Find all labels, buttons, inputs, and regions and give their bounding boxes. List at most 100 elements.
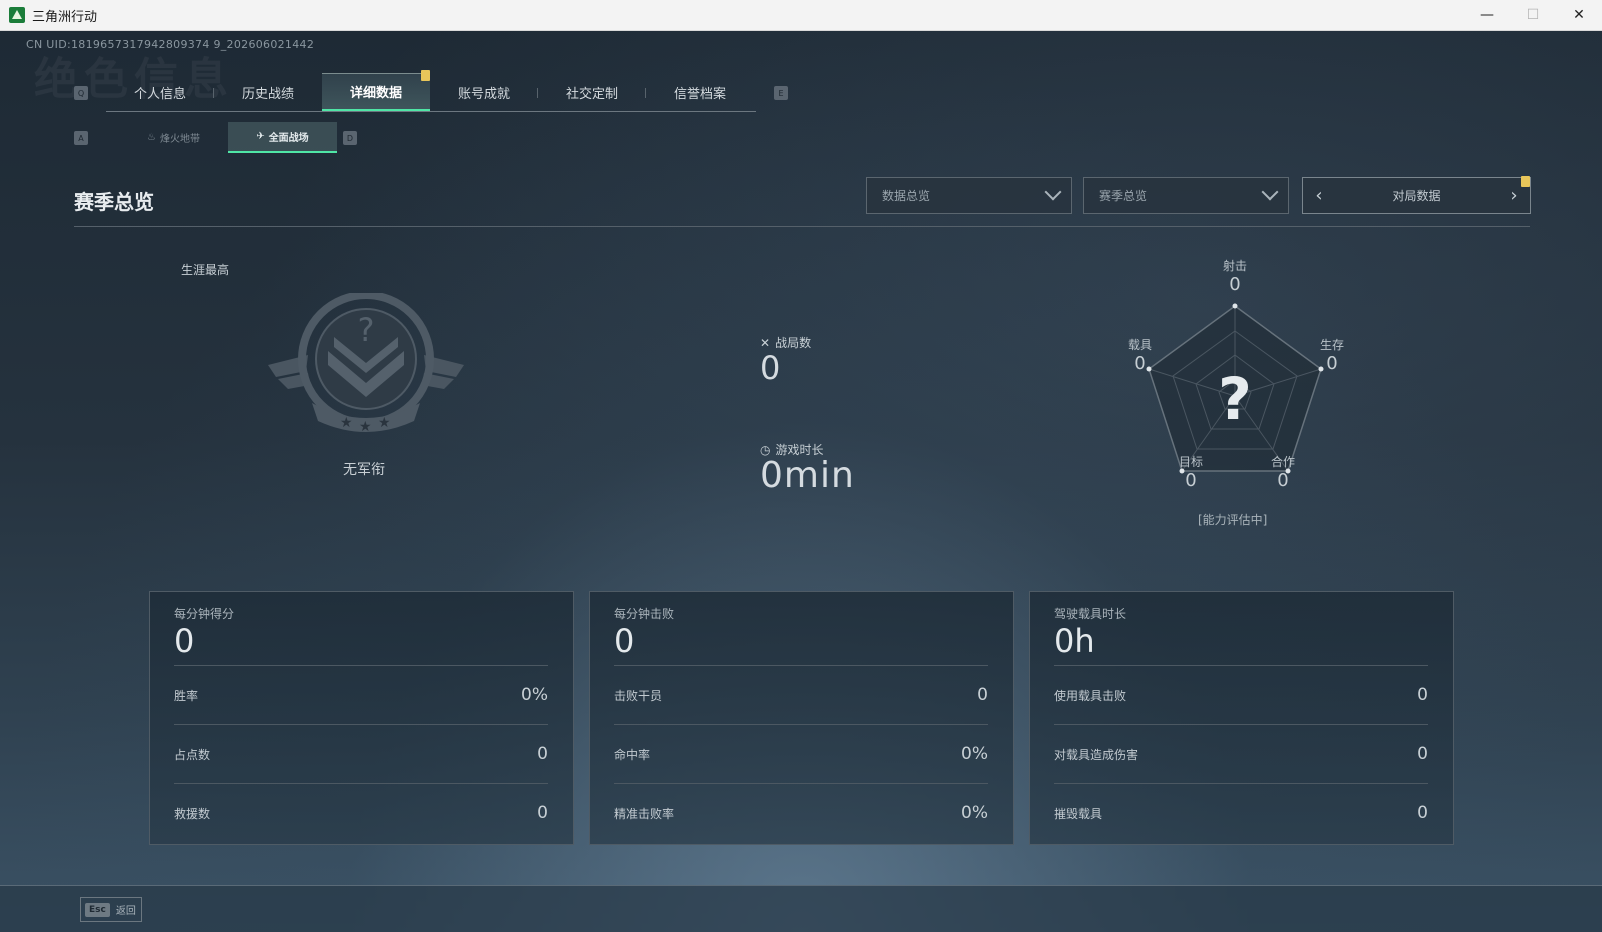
matches-value: 0 <box>760 349 781 387</box>
card-main-value: 0 <box>614 622 635 660</box>
card-row: 对载具造成伤害 0 <box>1054 724 1428 783</box>
next-subtab-key-hint[interactable]: D <box>343 131 357 145</box>
row-value: 0 <box>1417 744 1428 764</box>
radar-axis-survival-label: 生存 <box>1319 338 1344 352</box>
uid-label: CN UID:1819657317942809374 9_20260602144… <box>26 38 315 51</box>
subtab-warfare[interactable]: ✈ 全面战场 <box>228 122 337 153</box>
window-titlebar: 三角洲行动 — ☐ ✕ <box>0 0 1602 31</box>
row-value: 0% <box>521 685 548 705</box>
radar-axis-teamwork-value: 0 <box>1277 470 1289 491</box>
svg-text:?: ? <box>358 311 375 349</box>
vehicle-stats-card: 驾驶载具时长 0h 使用载具击败 0 对载具造成伤害 0 摧毁载具 0 <box>1029 591 1454 845</box>
card-title: 每分钟击败 <box>614 607 675 621</box>
radar-status: [能力评估中] <box>1198 513 1268 527</box>
subtab-label: 全面战场 <box>268 133 309 144</box>
hazard-zone-icon: ♨ <box>147 132 156 143</box>
season-dropdown[interactable]: 赛季总览 <box>1083 177 1289 214</box>
ability-radar-chart: ? <box>1125 291 1345 495</box>
tab-label: 个人信息 <box>133 86 186 102</box>
radar-axis-vehicle-value: 0 <box>1134 353 1146 374</box>
rank-emblem-icon: ? ★ ★ ★ <box>268 291 464 447</box>
crossed-swords-icon: ✕ <box>760 335 771 350</box>
card-title: 每分钟得分 <box>174 607 235 621</box>
dropdown-value: 数据总览 <box>882 189 931 203</box>
row-label: 救援数 <box>174 806 211 821</box>
main-tab-bar: 个人信息 历史战绩 详细数据 账号成就 社交定制 信誉档案 <box>106 70 756 112</box>
radar-axis-objective-label: 目标 <box>1178 455 1203 469</box>
card-row: 使用载具击败 0 <box>1054 665 1428 724</box>
tab-label: 信誉档案 <box>673 86 726 102</box>
pager-label: 对局数据 <box>1392 189 1441 203</box>
back-label: 返回 <box>115 906 136 917</box>
tab-detailed-data[interactable]: 详细数据 <box>322 70 430 111</box>
radar-axis-vehicle-label: 载具 <box>1127 338 1152 352</box>
matches-label: 战局数 <box>775 336 812 350</box>
row-label: 使用载具击败 <box>1054 688 1127 703</box>
tab-label: 历史战绩 <box>241 86 294 102</box>
card-row: 救援数 0 <box>174 783 548 842</box>
prev-subtab-key-hint[interactable]: A <box>74 131 88 145</box>
card-title: 驾驶载具时长 <box>1054 607 1127 621</box>
card-row: 精准击败率 0% <box>614 783 988 842</box>
card-main-value: 0 <box>174 622 195 660</box>
card-row: 击败干员 0 <box>614 665 988 724</box>
back-button[interactable]: Esc 返回 <box>80 897 142 922</box>
kill-stats-card: 每分钟击败 0 击败干员 0 命中率 0% 精准击败率 0% <box>589 591 1014 845</box>
score-stats-card: 每分钟得分 0 胜率 0% 占点数 0 救援数 0 <box>149 591 574 845</box>
row-value: 0% <box>961 744 988 764</box>
row-label: 胜率 <box>174 688 199 703</box>
rank-name: 无军衔 <box>343 462 385 478</box>
maximize-button[interactable]: ☐ <box>1510 0 1556 31</box>
section-title: 赛季总览 <box>74 190 154 214</box>
dropdown-value: 赛季总览 <box>1099 189 1148 203</box>
tab-label: 详细数据 <box>349 86 402 101</box>
card-row: 占点数 0 <box>174 724 548 783</box>
card-main-value: 0h <box>1054 622 1095 660</box>
row-value: 0 <box>537 744 548 764</box>
row-value: 0% <box>961 803 988 823</box>
svg-text:?: ? <box>1218 365 1252 433</box>
radar-axis-shooting-value: 0 <box>1229 274 1241 295</box>
tab-achievements[interactable]: 账号成就 <box>430 73 538 111</box>
match-data-pager: ‹ 对局数据 › <box>1302 176 1531 214</box>
new-badge-icon <box>1521 176 1530 187</box>
svg-text:★: ★ <box>378 415 391 431</box>
svg-text:★: ★ <box>340 415 353 431</box>
tab-label: 社交定制 <box>565 86 618 102</box>
next-tab-key-hint[interactable]: E <box>774 86 788 100</box>
subtab-label: 烽火地带 <box>159 134 200 145</box>
row-label: 精准击败率 <box>614 806 675 821</box>
chevron-left-icon[interactable]: ‹ <box>1309 185 1329 206</box>
row-label: 击败干员 <box>614 688 663 703</box>
row-label: 命中率 <box>614 747 651 762</box>
tab-label: 账号成就 <box>457 86 510 102</box>
row-value: 0 <box>537 803 548 823</box>
tab-social[interactable]: 社交定制 <box>538 73 646 111</box>
radar-axis-survival-value: 0 <box>1326 353 1338 374</box>
close-button[interactable]: ✕ <box>1556 0 1602 31</box>
prev-tab-key-hint[interactable]: Q <box>74 86 88 100</box>
career-highest-label: 生涯最高 <box>181 263 230 277</box>
tab-history[interactable]: 历史战绩 <box>214 73 322 111</box>
row-label: 占点数 <box>174 747 211 762</box>
playtime-value: 0min <box>760 455 855 496</box>
tab-reputation[interactable]: 信誉档案 <box>646 73 754 111</box>
chevron-down-icon <box>1261 183 1279 201</box>
subtab-hazard-zone[interactable]: ♨ 烽火地带 <box>119 122 228 153</box>
row-value: 0 <box>1417 685 1428 705</box>
data-overview-dropdown[interactable]: 数据总览 <box>866 177 1072 214</box>
chevron-right-icon[interactable]: › <box>1504 185 1524 206</box>
row-value: 0 <box>977 685 988 705</box>
window-controls: — ☐ ✕ <box>1464 0 1602 31</box>
minimize-button[interactable]: — <box>1464 0 1510 31</box>
svg-text:★: ★ <box>359 419 372 435</box>
new-badge-icon <box>421 70 430 81</box>
esc-key-hint: Esc <box>85 902 110 917</box>
card-row: 摧毁载具 0 <box>1054 783 1428 842</box>
warfare-icon: ✈ <box>256 131 265 142</box>
radar-axis-shooting-label: 射击 <box>1222 259 1247 273</box>
game-viewport: 绝色信息 CN UID:1819657317942809374 9_202606… <box>0 31 1602 932</box>
tab-personal-info[interactable]: 个人信息 <box>106 73 214 111</box>
section-divider <box>74 226 1530 227</box>
window-title: 三角洲行动 <box>32 9 98 25</box>
